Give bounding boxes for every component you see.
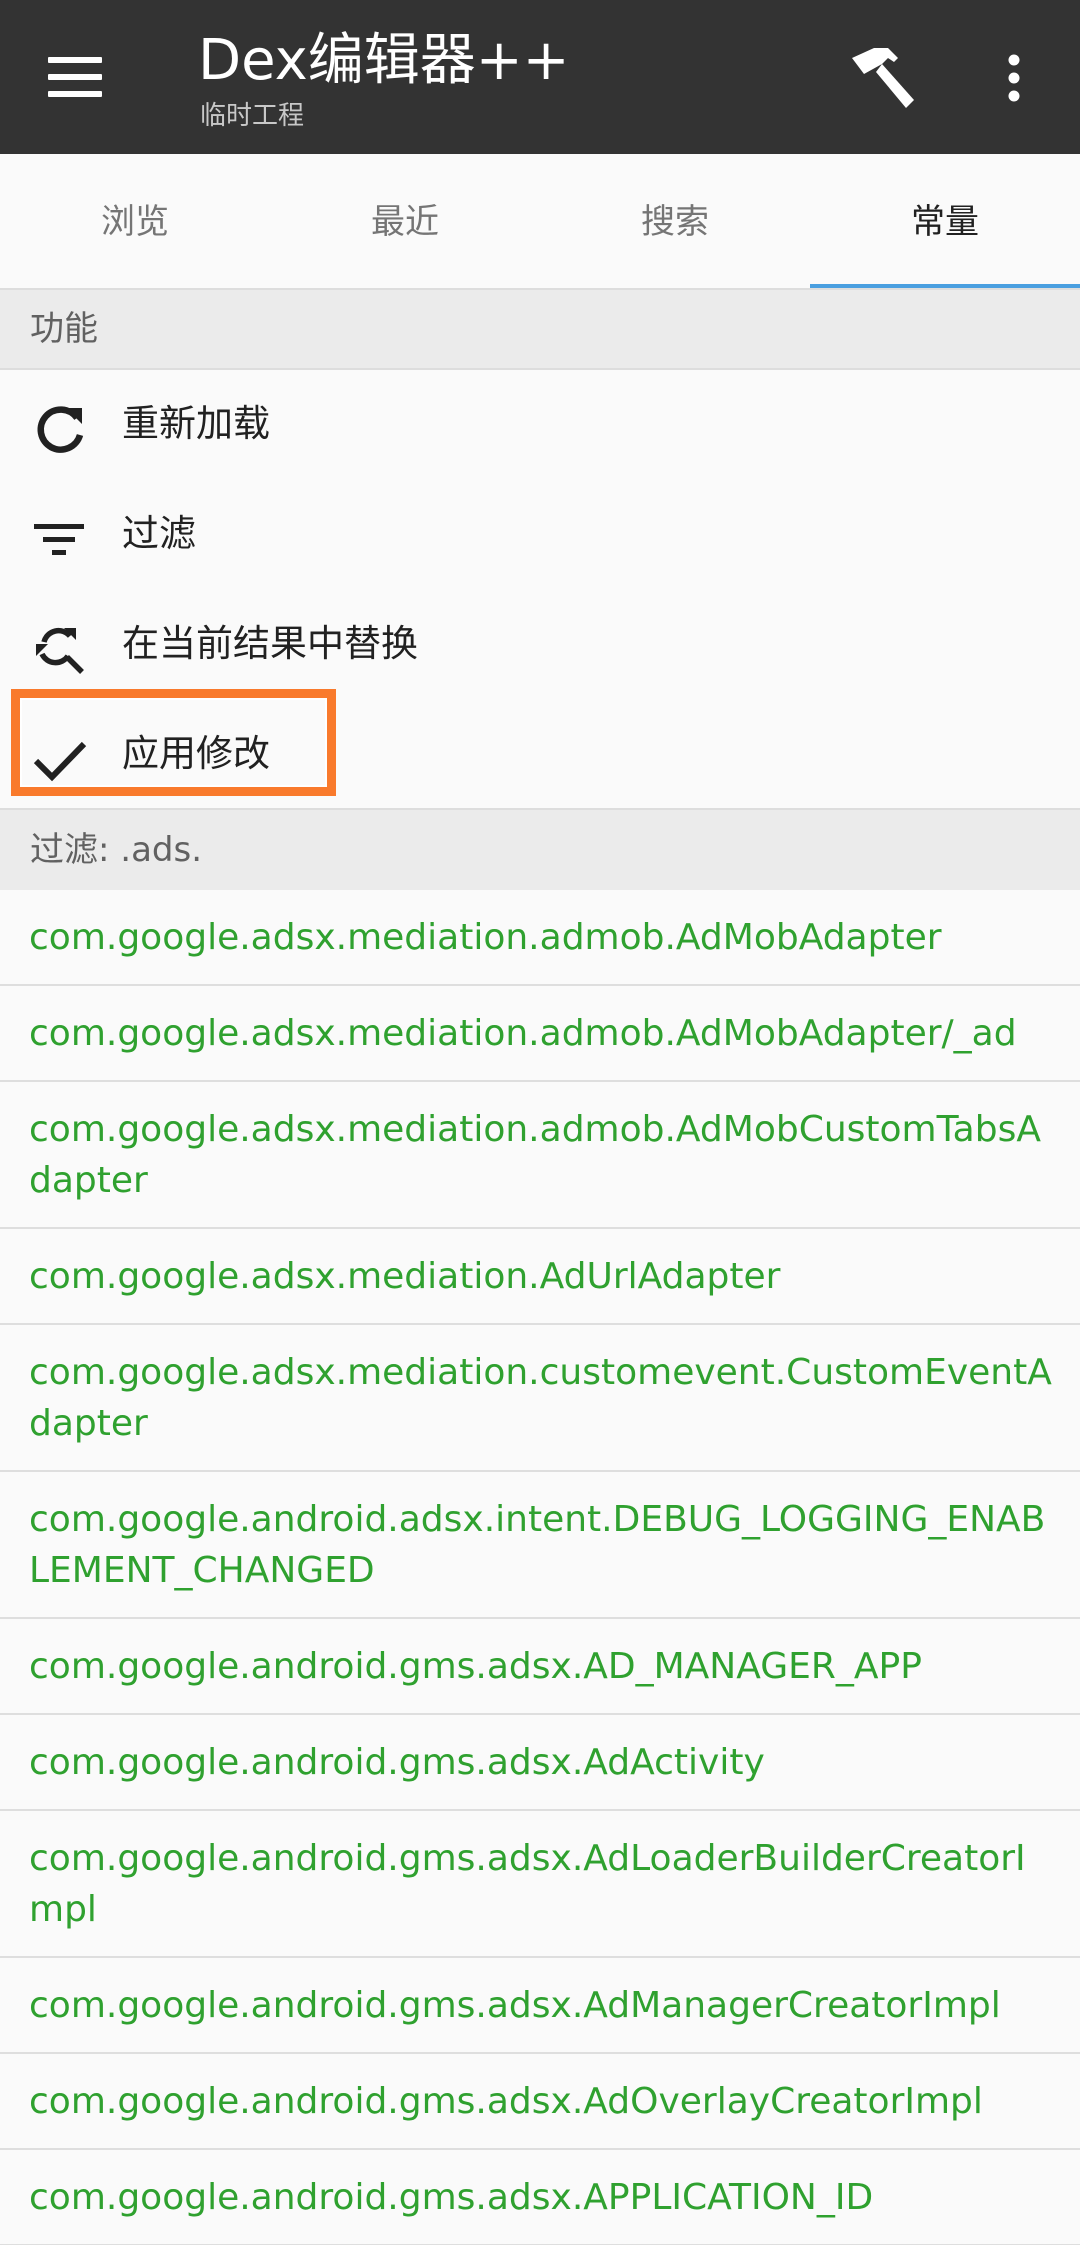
constant-item[interactable]: com.google.android.gms.adsx.AdManagerCre… [0, 1958, 1080, 2054]
constant-item[interactable]: com.google.adsx.mediation.admob.AdMobCus… [0, 1082, 1080, 1229]
tab-bar: 浏览 最近 搜索 常量 [0, 154, 1080, 290]
constant-item[interactable]: com.google.adsx.mediation.admob.AdMobAda… [0, 890, 1080, 986]
tab-constants[interactable]: 常量 [810, 154, 1080, 288]
tab-search[interactable]: 搜索 [540, 154, 810, 288]
filter-item[interactable]: 过滤 [0, 480, 1080, 590]
refresh-icon [37, 406, 84, 453]
replace-in-results-item[interactable]: 在当前结果中替换 [0, 590, 1080, 700]
apply-changes-label: 应用修改 [122, 732, 270, 775]
app-bar: Dex编辑器++ 临时工程 [0, 0, 1080, 154]
filter-header: 过滤: .ads. [0, 808, 1080, 892]
app-subtitle: 临时工程 [200, 101, 305, 131]
filter-label: 过滤 [122, 512, 196, 555]
apply-changes-item[interactable]: 应用修改 [0, 700, 1080, 810]
tab-browse[interactable]: 浏览 [0, 154, 270, 288]
constants-list: com.google.adsx.mediation.admob.AdMobAda… [0, 890, 1080, 2245]
replace-in-results-label: 在当前结果中替换 [122, 622, 418, 665]
check-icon [33, 741, 87, 782]
constant-item[interactable]: com.google.android.gms.adsx.AdLoaderBuil… [0, 1811, 1080, 1958]
menu-icon[interactable] [48, 57, 104, 97]
more-vert-icon[interactable] [990, 54, 1038, 102]
constant-item[interactable]: com.google.adsx.mediation.AdUrlAdapter [0, 1229, 1080, 1325]
constant-item[interactable]: com.google.android.gms.adsx.AdOverlayCre… [0, 2054, 1080, 2150]
constant-item[interactable]: com.google.adsx.mediation.customevent.Cu… [0, 1325, 1080, 1472]
reload-item[interactable]: 重新加载 [0, 370, 1080, 480]
constant-item[interactable]: com.google.adsx.mediation.admob.AdMobAda… [0, 986, 1080, 1082]
reload-label: 重新加载 [122, 402, 270, 445]
hammer-icon[interactable] [848, 46, 918, 112]
functions-header: 功能 [0, 288, 1080, 370]
constant-item[interactable]: com.google.android.adsx.intent.DEBUG_LOG… [0, 1472, 1080, 1619]
filter-icon [34, 524, 84, 555]
app-title: Dex编辑器++ [198, 28, 570, 93]
find-replace-icon [36, 627, 84, 674]
dex-editor-screen: Dex编辑器++ 临时工程 浏览 最近 搜索 常量 功能 重新加载 过滤 在当前… [0, 0, 1080, 2245]
constant-item[interactable]: com.google.android.gms.adsx.AD_MANAGER_A… [0, 1619, 1080, 1715]
constant-item[interactable]: com.google.android.gms.adsx.APPLICATION_… [0, 2150, 1080, 2245]
tab-recent[interactable]: 最近 [270, 154, 540, 288]
constant-item[interactable]: com.google.android.gms.adsx.AdActivity [0, 1715, 1080, 1811]
